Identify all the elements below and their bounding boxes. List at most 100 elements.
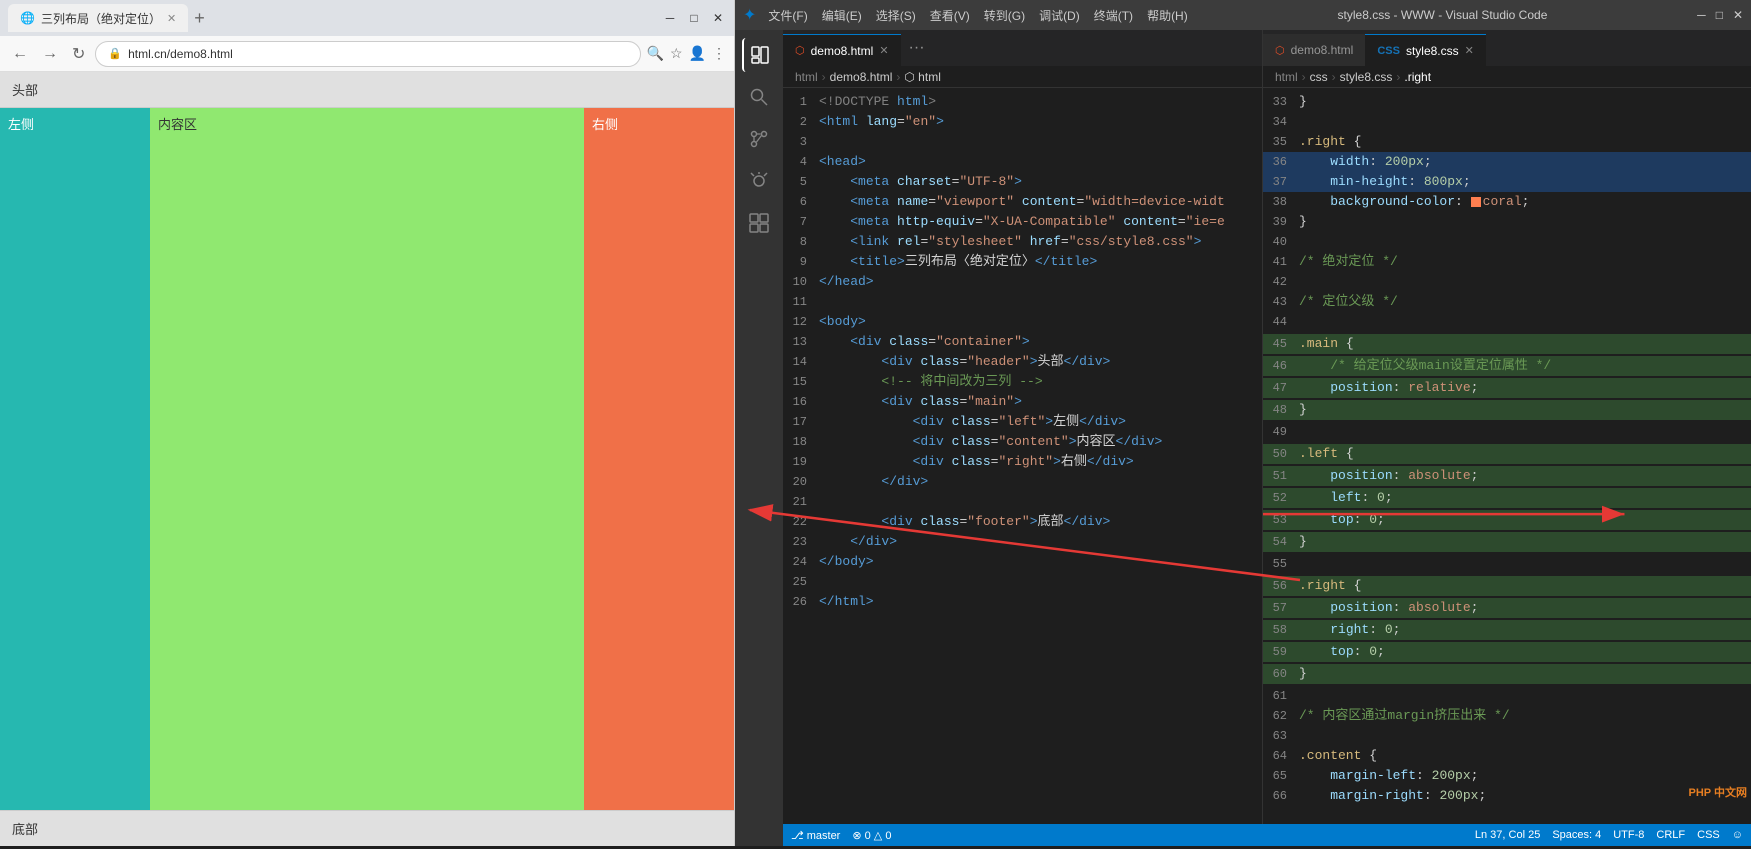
tab-close-button[interactable]: ✕ (167, 12, 176, 25)
header-text: 头部 (12, 83, 38, 98)
browser-tab[interactable]: 🌐 三列布局（绝对定位） ✕ (8, 4, 188, 32)
css-line-40: 40 (1263, 232, 1751, 252)
css-tab-html[interactable]: ⬡ demo8.html (1263, 34, 1365, 66)
code-line-16: 16 <div class="main"> (783, 392, 1262, 412)
menu-file[interactable]: 文件(F) (768, 7, 807, 24)
breadcrumb-css-html: html (1275, 70, 1298, 84)
css-line-36: 36 width: 200px; (1263, 152, 1751, 172)
breadcrumb-css-folder: css (1310, 70, 1328, 84)
status-spaces: Spaces: 4 (1552, 829, 1601, 841)
activity-extensions[interactable] (742, 206, 776, 240)
status-smiley: ☺ (1732, 829, 1743, 841)
menu-edit[interactable]: 编辑(E) (822, 7, 862, 24)
activity-debug[interactable] (742, 164, 776, 198)
menu-terminal[interactable]: 终端(T) (1094, 7, 1133, 24)
css-line-34: 34 (1263, 112, 1751, 132)
css-tab-html-label: demo8.html (1291, 43, 1354, 57)
css-breadcrumb: html › css › style8.css › .right (1263, 66, 1751, 88)
menu-select[interactable]: 选择(S) (876, 7, 916, 24)
css-line-53: 53 top: 0; (1263, 510, 1751, 530)
css-line-64: 64 .content { (1263, 746, 1751, 766)
css-line-39: 39 } (1263, 212, 1751, 232)
browser-window: 🌐 三列布局（绝对定位） ✕ + ─ □ ✕ ← → ↻ 🔒 html.cn/d… (0, 0, 735, 846)
activity-search[interactable] (742, 80, 776, 114)
css-line-45: 45 .main { (1263, 334, 1751, 354)
vscode-close[interactable]: ✕ (1733, 8, 1743, 22)
code-line-24: 24 </body> (783, 552, 1262, 572)
css-tab-label: style8.css (1406, 44, 1459, 58)
css-code-editor[interactable]: 33 } 34 35 .right { 36 (1263, 88, 1751, 824)
html-editor-pane: ⬡ demo8.html ✕ ··· html › demo8.html › ⬡… (783, 30, 1263, 824)
html-code-editor[interactable]: 1 <!DOCTYPE html> 2 <html lang="en"> 3 (783, 88, 1262, 824)
code-line-19: 19 <div class="right">右侧</div> (783, 452, 1262, 472)
breadcrumb-css-selector: .right (1404, 70, 1431, 84)
page-header: 头部 (0, 72, 734, 108)
code-line-8: 8 <link rel="stylesheet" href="css/style… (783, 232, 1262, 252)
page-center-column: 内容区 (150, 108, 584, 810)
css-line-55: 55 (1263, 554, 1751, 574)
css-line-52: 52 left: 0; (1263, 488, 1751, 508)
close-button[interactable]: ✕ (710, 10, 726, 26)
back-button[interactable]: ← (8, 43, 32, 65)
breadcrumb-css-file: style8.css (1340, 70, 1393, 84)
code-line-12: 12 <body> (783, 312, 1262, 332)
html-tab[interactable]: ⬡ demo8.html ✕ (783, 34, 901, 66)
css-tab-close[interactable]: ✕ (1465, 44, 1474, 57)
css-line-61: 61 (1263, 686, 1751, 706)
activity-bar (735, 30, 783, 846)
maximize-button[interactable]: □ (686, 10, 702, 26)
css-line-50: 50 .left { (1263, 444, 1751, 464)
css-line-48: 48 } (1263, 400, 1751, 420)
css-line-47: 47 position: relative; (1263, 378, 1751, 398)
minimize-button[interactable]: ─ (662, 10, 678, 26)
split-editor: ⬡ demo8.html ✕ ··· html › demo8.html › ⬡… (783, 30, 1751, 824)
menu-view[interactable]: 查看(V) (930, 7, 970, 24)
code-line-26: 26 </html> (783, 592, 1262, 612)
menu-icon[interactable]: ⋮ (712, 45, 726, 62)
css-line-44: 44 (1263, 312, 1751, 332)
search-icon[interactable]: 🔍 (647, 45, 664, 62)
css-line-51: 51 position: absolute; (1263, 466, 1751, 486)
css-line-33: 33 } (1263, 92, 1751, 112)
page-footer: 底部 (0, 810, 734, 846)
vscode-maximize[interactable]: □ (1716, 8, 1723, 22)
vscode-window: ✦ 文件(F) 编辑(E) 选择(S) 查看(V) 转到(G) 调试(D) 终端… (735, 0, 1751, 846)
status-bar: ⎇ master ⊗ 0 △ 0 Ln 37, Col 25 Spaces: 4… (783, 824, 1751, 846)
code-line-14: 14 <div class="header">头部</div> (783, 352, 1262, 372)
profile-icon[interactable]: 👤 (689, 45, 706, 62)
css-line-60: 60 } (1263, 664, 1751, 684)
code-line-2: 2 <html lang="en"> (783, 112, 1262, 132)
css-line-41: 41 /* 绝对定位 */ (1263, 252, 1751, 272)
status-crlf: CRLF (1656, 829, 1685, 841)
css-tab-html-icon: ⬡ (1275, 44, 1285, 57)
activity-explorer[interactable] (742, 38, 776, 72)
toolbar-right: 🔍 ☆ 👤 ⋮ (647, 45, 726, 62)
activity-git[interactable] (742, 122, 776, 156)
menu-help[interactable]: 帮助(H) (1147, 7, 1188, 24)
code-line-23: 23 </div> (783, 532, 1262, 552)
css-tab[interactable]: CSS style8.css ✕ (1365, 34, 1486, 66)
html-tab-close[interactable]: ✕ (879, 44, 888, 57)
html-tab-icon: ⬡ (795, 44, 805, 57)
css-line-56: 56 .right { (1263, 576, 1751, 596)
code-line-4: 4 <head> (783, 152, 1262, 172)
reload-button[interactable]: ↻ (68, 42, 89, 66)
forward-button[interactable]: → (38, 43, 62, 65)
url-text: html.cn/demo8.html (128, 47, 233, 61)
css-line-49: 49 (1263, 422, 1751, 442)
menu-debug[interactable]: 调试(D) (1039, 7, 1080, 24)
status-errors: ⊗ 0 △ 0 (852, 829, 891, 842)
code-line-3: 3 (783, 132, 1262, 152)
address-bar[interactable]: 🔒 html.cn/demo8.html (95, 41, 640, 67)
menu-goto[interactable]: 转到(G) (984, 7, 1025, 24)
css-line-65: 65 margin-left: 200px; (1263, 766, 1751, 786)
tab-favicon: 🌐 (20, 11, 35, 25)
more-tabs-button[interactable]: ··· (901, 39, 933, 57)
status-lang: CSS (1697, 829, 1720, 841)
code-line-5: 5 <meta charset="UTF-8"> (783, 172, 1262, 192)
center-text: 内容区 (158, 117, 197, 132)
bookmark-icon[interactable]: ☆ (670, 45, 683, 62)
tab-title: 三列布局（绝对定位） (41, 10, 161, 27)
vscode-minimize[interactable]: ─ (1697, 8, 1706, 22)
new-tab-button[interactable]: + (188, 8, 211, 29)
